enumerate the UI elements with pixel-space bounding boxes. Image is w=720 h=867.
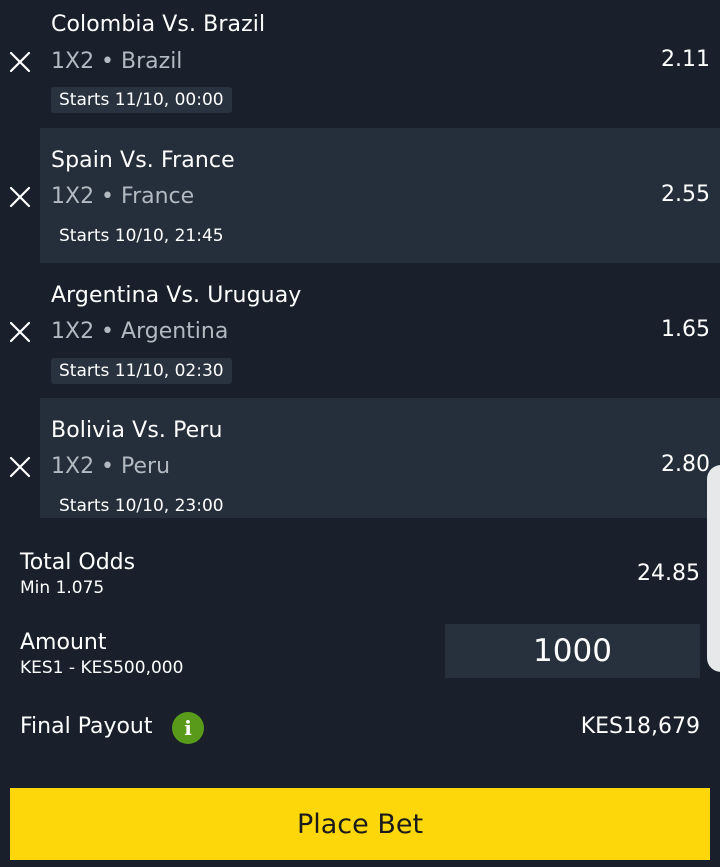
final-payout-label: Final Payout — [20, 714, 153, 739]
floating-side-handle[interactable] — [707, 465, 720, 672]
amount-input[interactable] — [445, 624, 700, 678]
place-bet-button[interactable]: Place Bet — [10, 788, 710, 860]
start-time-badge: Starts 11/10, 00:00 — [51, 87, 232, 113]
bet-item: Bolivia Vs. Peru 1X2 • Peru Starts 10/10… — [0, 398, 720, 518]
match-title: Colombia Vs. Brazil — [51, 12, 266, 37]
start-time-badge: Starts 10/10, 23:00 — [59, 496, 224, 516]
amount-range: KES1 - KES500,000 — [20, 658, 184, 678]
remove-bet-close-icon[interactable] — [8, 455, 32, 479]
match-title: Spain Vs. France — [51, 148, 235, 173]
start-time-badge: Starts 10/10, 21:45 — [59, 226, 224, 246]
amount-label: Amount — [20, 630, 107, 655]
bet-odds: 2.11 — [661, 47, 710, 72]
bet-odds: 2.80 — [661, 452, 710, 477]
market-selection: 1X2 • France — [51, 184, 195, 209]
total-odds-value: 24.85 — [637, 561, 700, 586]
total-odds-min: Min 1.075 — [20, 578, 105, 598]
match-title: Argentina Vs. Uruguay — [51, 283, 302, 308]
market-selection: 1X2 • Argentina — [51, 319, 229, 344]
bet-item: Spain Vs. France 1X2 • France Starts 10/… — [0, 128, 720, 263]
market-selection: 1X2 • Peru — [51, 454, 171, 479]
remove-bet-close-icon[interactable] — [8, 50, 32, 74]
bet-item: Argentina Vs. Uruguay 1X2 • Argentina St… — [0, 263, 720, 398]
bet-item: Colombia Vs. Brazil 1X2 • Brazil Starts … — [0, 0, 720, 135]
match-title: Bolivia Vs. Peru — [51, 418, 223, 443]
remove-bet-close-icon[interactable] — [8, 320, 32, 344]
start-time-badge: Starts 11/10, 02:30 — [51, 358, 232, 384]
total-odds-label: Total Odds — [20, 550, 136, 575]
bet-odds: 2.55 — [661, 182, 710, 207]
market-selection: 1X2 • Brazil — [51, 49, 183, 74]
bet-odds: 1.65 — [661, 317, 710, 342]
final-payout-value: KES18,679 — [580, 714, 700, 739]
info-icon[interactable]: i — [172, 712, 204, 744]
remove-bet-close-icon[interactable] — [8, 185, 32, 209]
